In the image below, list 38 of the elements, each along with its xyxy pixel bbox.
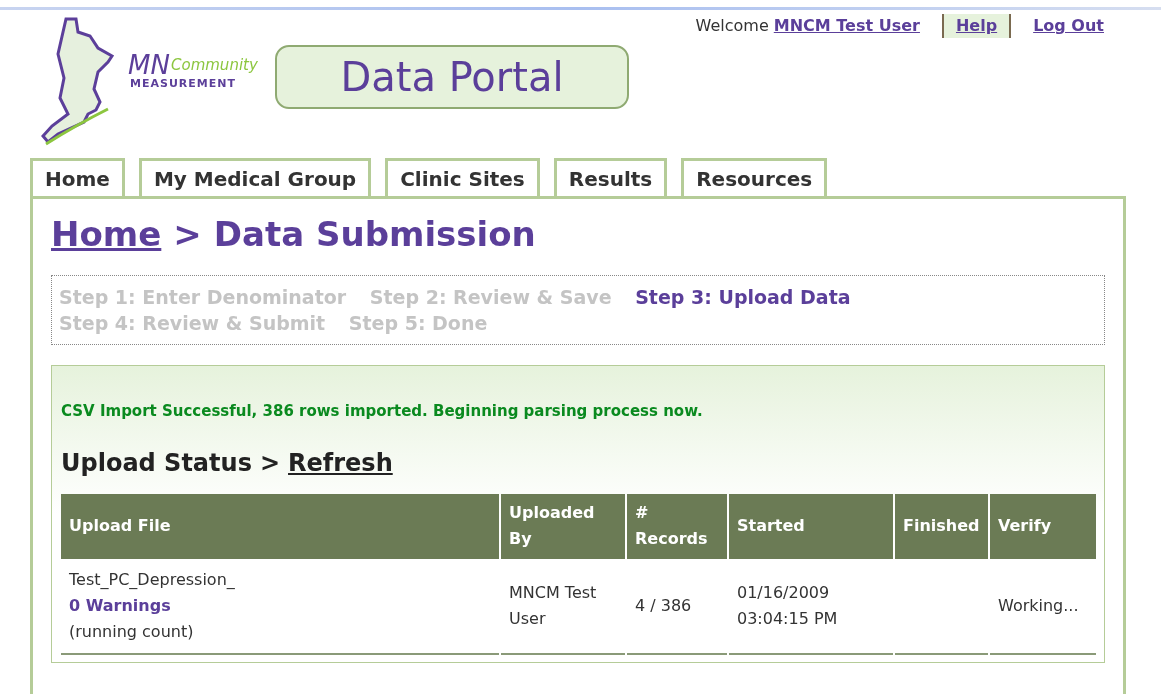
warnings-count: 0 Warnings	[69, 594, 171, 617]
breadcrumb-separator: >	[173, 217, 202, 251]
table-cell-text: 4 / 386	[635, 594, 692, 617]
logo-text: Community	[171, 58, 258, 73]
column-header: Started	[729, 493, 893, 559]
step-label: Step 5: Done	[348, 312, 488, 334]
section-separator: >	[259, 447, 281, 479]
column-header: # Records	[627, 493, 727, 559]
refresh-link[interactable]: Refresh	[288, 444, 393, 481]
logo-text: MN	[128, 52, 170, 78]
step-label: Step 4: Review & Submit	[59, 312, 326, 334]
step-label: Step 2: Review & Save	[369, 286, 612, 308]
success-message: CSV Import Successful, 386 rows imported. Beginning parsing process now.	[61, 401, 704, 422]
portal-title: Data Portal	[275, 45, 629, 109]
logo-text: MEASUREMENT	[130, 78, 236, 89]
header-link[interactable]: Help	[941, 14, 1012, 38]
note-text: (running count)	[69, 620, 194, 643]
header-link[interactable]: Log Out	[1031, 14, 1106, 38]
file-name: Test_PC_Depression_	[69, 568, 235, 591]
page-title: Data Submission	[213, 217, 536, 251]
table-cell-text: 01/16/2009 03:04:15 PM	[737, 581, 839, 630]
breadcrumb-link[interactable]: Home	[51, 217, 162, 251]
column-header: Finished	[895, 493, 988, 559]
step-label: Step 1: Enter Denominator	[59, 286, 347, 308]
step-label: Step 3: Upload Data	[635, 286, 851, 308]
nav-tab[interactable]: Clinic Sites	[385, 158, 540, 196]
user-link[interactable]: MNCM Test User	[773, 14, 920, 38]
nav-tab[interactable]: My Medical Group	[138, 158, 372, 196]
table-cell-text: MNCM Test User	[509, 581, 598, 630]
column-header: Uploaded By	[501, 493, 625, 559]
nav-tab[interactable]: Results	[553, 158, 668, 196]
nav-tab[interactable]: Resources	[681, 158, 828, 196]
welcome-text: Welcome	[695, 15, 769, 37]
section-title: Upload Status	[61, 447, 252, 479]
nav-tab[interactable]: Home	[30, 158, 125, 196]
column-header: Upload File	[61, 493, 499, 559]
table-cell-text: Working...	[998, 594, 1079, 617]
column-header: Verify	[990, 493, 1096, 559]
